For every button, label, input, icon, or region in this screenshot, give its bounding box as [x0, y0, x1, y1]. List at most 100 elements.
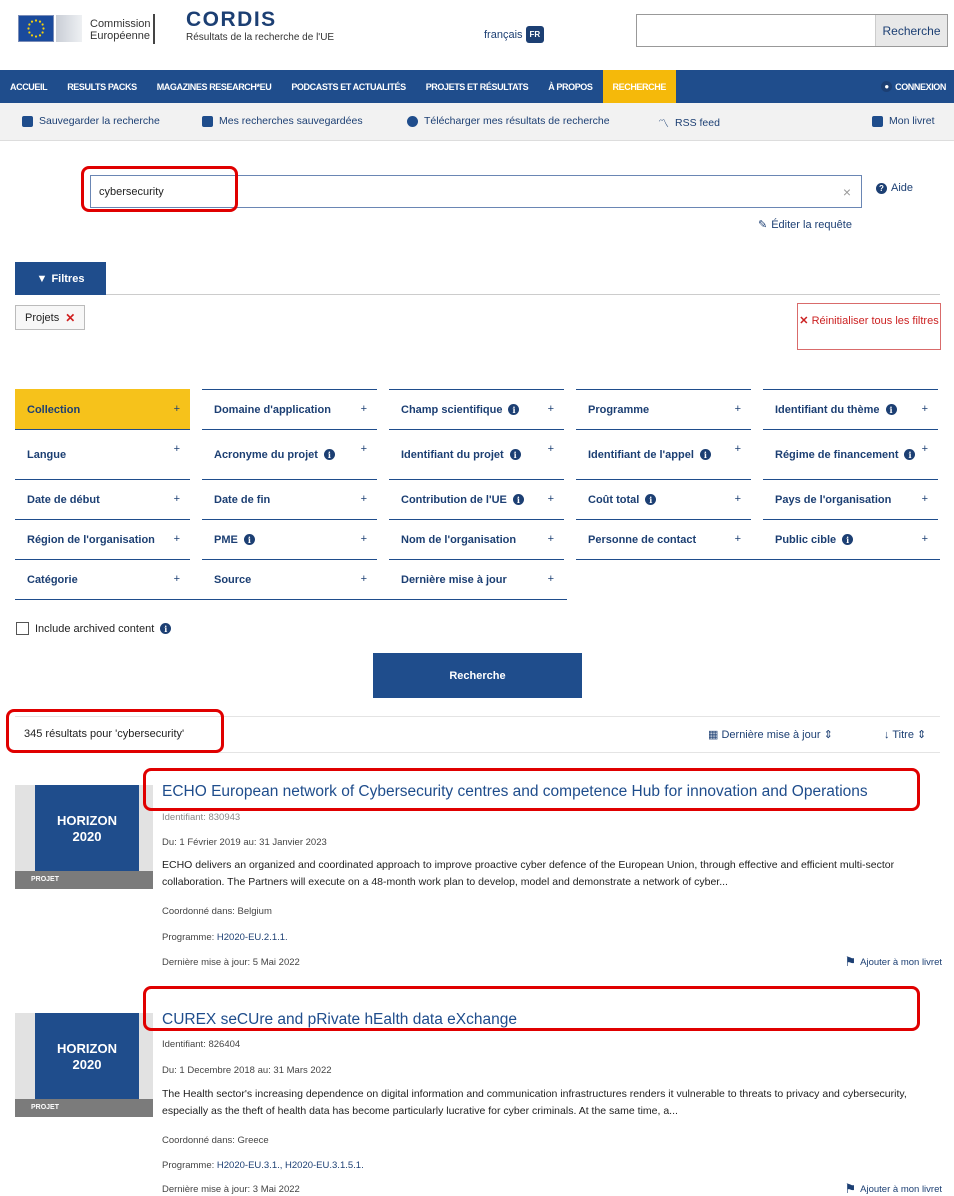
facet-personne-de-contact[interactable]: Personne de contact +	[576, 519, 751, 559]
facet-label: Date de fin	[214, 493, 271, 506]
facet-public-cible[interactable]: Public cible i +	[763, 519, 938, 559]
clear-search-icon[interactable]: ×	[843, 184, 851, 200]
question-icon: ?	[876, 182, 887, 194]
eu-flag-logo[interactable]	[18, 15, 54, 42]
programme-link[interactable]: H2020-EU.3.1., H2020-EU.3.1.5.1.	[217, 1160, 364, 1171]
rss-feed-link[interactable]: 〽 RSS feed	[658, 115, 720, 131]
highlight-result-title	[143, 986, 920, 1031]
cordis-logo[interactable]: CORDIS	[186, 8, 277, 32]
language-selector[interactable]: français FR	[484, 26, 545, 43]
download-results-link[interactable]: Télécharger mes résultats de recherche	[407, 115, 610, 127]
info-icon[interactable]: i	[699, 449, 711, 460]
nav-item-a-propos[interactable]: À PROPOS	[538, 70, 602, 103]
nav-item-projets[interactable]: PROJETS ET RÉSULTATS	[416, 70, 539, 103]
facet-domaine-d-application[interactable]: Domaine d'application +	[202, 389, 377, 429]
archived-checkbox[interactable]	[16, 622, 29, 635]
facet-bottom-border	[576, 559, 940, 560]
archived-toggle[interactable]: Include archived content i	[16, 622, 172, 635]
facet-date-de-début[interactable]: Date de début +	[15, 479, 190, 519]
facet-pme[interactable]: PME i +	[202, 519, 377, 559]
nav-item-podcasts[interactable]: PODCASTS ET ACTUALITÉS	[281, 70, 415, 103]
info-icon[interactable]: i	[512, 494, 524, 505]
info-icon[interactable]: i	[243, 534, 255, 545]
info-icon[interactable]: i	[508, 404, 520, 415]
search-button[interactable]: Recherche	[373, 653, 582, 698]
coordinated-label: Coordonné dans:	[162, 906, 235, 917]
facet-coût-total[interactable]: Coût total i +	[576, 479, 751, 519]
info-icon[interactable]: i	[842, 534, 854, 545]
result-dates: Du: 1 Février 2019 au: 31 Janvier 2023	[162, 837, 327, 848]
facet-label: Coût total	[588, 493, 640, 506]
active-filter-chip[interactable]: Projets ✕	[15, 305, 86, 330]
facet-programme[interactable]: Programme +	[576, 389, 751, 429]
logo-divider	[153, 14, 155, 44]
facet-dernière-mise-à-jour[interactable]: Dernière mise à jour +	[389, 559, 564, 599]
expand-plus-icon: +	[360, 403, 367, 415]
facet-langue[interactable]: Langue +	[15, 429, 190, 479]
horizon-line1: HORIZON	[57, 1041, 117, 1056]
nav-item-recherche[interactable]: RECHERCHE	[602, 70, 676, 103]
facet-source[interactable]: Source +	[202, 559, 377, 599]
funnel-icon: ▼	[36, 272, 48, 285]
edit-query-link[interactable]: ✎ Éditer la requête	[758, 218, 852, 232]
facet-pays-de-l-organisation[interactable]: Pays de l'organisation +	[763, 479, 938, 519]
facet-identifiant-du-projet[interactable]: Identifiant du projet i +	[389, 429, 564, 479]
result-programme: Programme: H2020-EU.3.1., H2020-EU.3.1.5…	[162, 1160, 364, 1171]
download-label: Télécharger mes résultats de recherche	[424, 115, 610, 127]
save-search-link[interactable]: Sauvegarder la recherche	[22, 115, 160, 127]
reset-filters-button[interactable]: ✕ Réinitialiser tous les filtres	[797, 303, 941, 350]
facet-label: Catégorie	[27, 573, 78, 586]
facet-identifiant-de-l-appel[interactable]: Identifiant de l'appel i +	[576, 429, 751, 479]
facet-acronyme-du-projet[interactable]: Acronyme du projet i +	[202, 429, 377, 479]
facet-catégorie[interactable]: Catégorie +	[15, 559, 190, 599]
sort-arrows-icon: ⇕	[917, 729, 927, 741]
facet-date-de-fin[interactable]: Date de fin +	[202, 479, 377, 519]
result-description: The Health sector's increasing dependenc…	[162, 1088, 907, 1117]
language-badge: FR	[525, 26, 545, 43]
facet-champ-scientifique[interactable]: Champ scientifique i +	[389, 389, 564, 429]
help-link[interactable]: ? Aide	[876, 182, 913, 194]
header-search-input[interactable]	[637, 15, 875, 46]
login-link[interactable]: ● CONNEXION	[881, 81, 954, 92]
info-icon[interactable]: i	[645, 494, 657, 505]
horizon-line2: 2020	[72, 829, 102, 844]
remove-chip-icon[interactable]: ✕	[65, 311, 75, 325]
expand-plus-icon: +	[547, 403, 554, 415]
facet-contribution-de-l-ue[interactable]: Contribution de l'UE i +	[389, 479, 564, 519]
add-to-booklet-link[interactable]: ⚑ Ajouter à mon livret	[845, 1181, 943, 1196]
result-thumbnail[interactable]: HORIZON 2020 PROJET	[15, 1013, 153, 1117]
info-icon[interactable]: i	[160, 623, 172, 634]
programme-link[interactable]: H2020-EU.2.1.1.	[217, 932, 288, 943]
add-to-booklet-link[interactable]: ⚑ Ajouter à mon livret	[845, 954, 943, 970]
facet-nom-de-l-organisation[interactable]: Nom de l'organisation +	[389, 519, 564, 559]
result-coordinated: Coordonné dans: Belgium	[162, 906, 272, 917]
nav-item-results-packs[interactable]: RESULTS PACKS	[57, 70, 146, 103]
cordis-subtitle: Résultats de la recherche de l'UE	[186, 32, 335, 43]
saved-searches-link[interactable]: Mes recherches sauvegardées	[202, 115, 363, 127]
info-icon[interactable]: i	[904, 449, 916, 460]
facet-label: PME	[214, 533, 238, 546]
sort-date-label: Dernière mise à jour	[721, 729, 821, 741]
nav-item-magazines[interactable]: MAGAZINES RESEARCH*EU	[147, 70, 282, 103]
sort-by-title[interactable]: ↓ Titre ⇕	[884, 728, 926, 741]
expand-plus-icon: +	[173, 443, 180, 455]
info-icon[interactable]: i	[509, 449, 521, 460]
facet-label: Régime de financement	[775, 448, 899, 461]
facet-région-de-l-organisation[interactable]: Région de l'organisation +	[15, 519, 190, 559]
header-search-button[interactable]: Recherche	[875, 15, 947, 46]
result-thumbnail[interactable]: HORIZON 2020 PROJET	[15, 785, 153, 889]
result-programme: Programme: H2020-EU.2.1.1.	[162, 932, 288, 943]
nav-item-accueil[interactable]: ACCUEIL	[0, 70, 57, 103]
filters-tab[interactable]: ▼ Filtres	[15, 262, 106, 295]
facet-identifiant-du-thème[interactable]: Identifiant du thème i +	[763, 389, 938, 429]
facet-régime-de-financement[interactable]: Régime de financement i +	[763, 429, 938, 479]
info-icon[interactable]: i	[323, 449, 335, 460]
result-updated: Dernière mise à jour: 3 Mai 2022	[162, 1184, 300, 1195]
info-icon[interactable]: i	[885, 404, 897, 415]
booklet-icon	[872, 115, 883, 127]
booklet-link[interactable]: Mon livret	[872, 115, 935, 127]
expand-plus-icon: +	[734, 493, 741, 505]
result-type-tag: PROJET	[15, 1099, 153, 1117]
sort-by-date[interactable]: ▦ Dernière mise à jour ⇕	[708, 728, 833, 741]
facet-collection[interactable]: Collection +	[15, 389, 190, 429]
